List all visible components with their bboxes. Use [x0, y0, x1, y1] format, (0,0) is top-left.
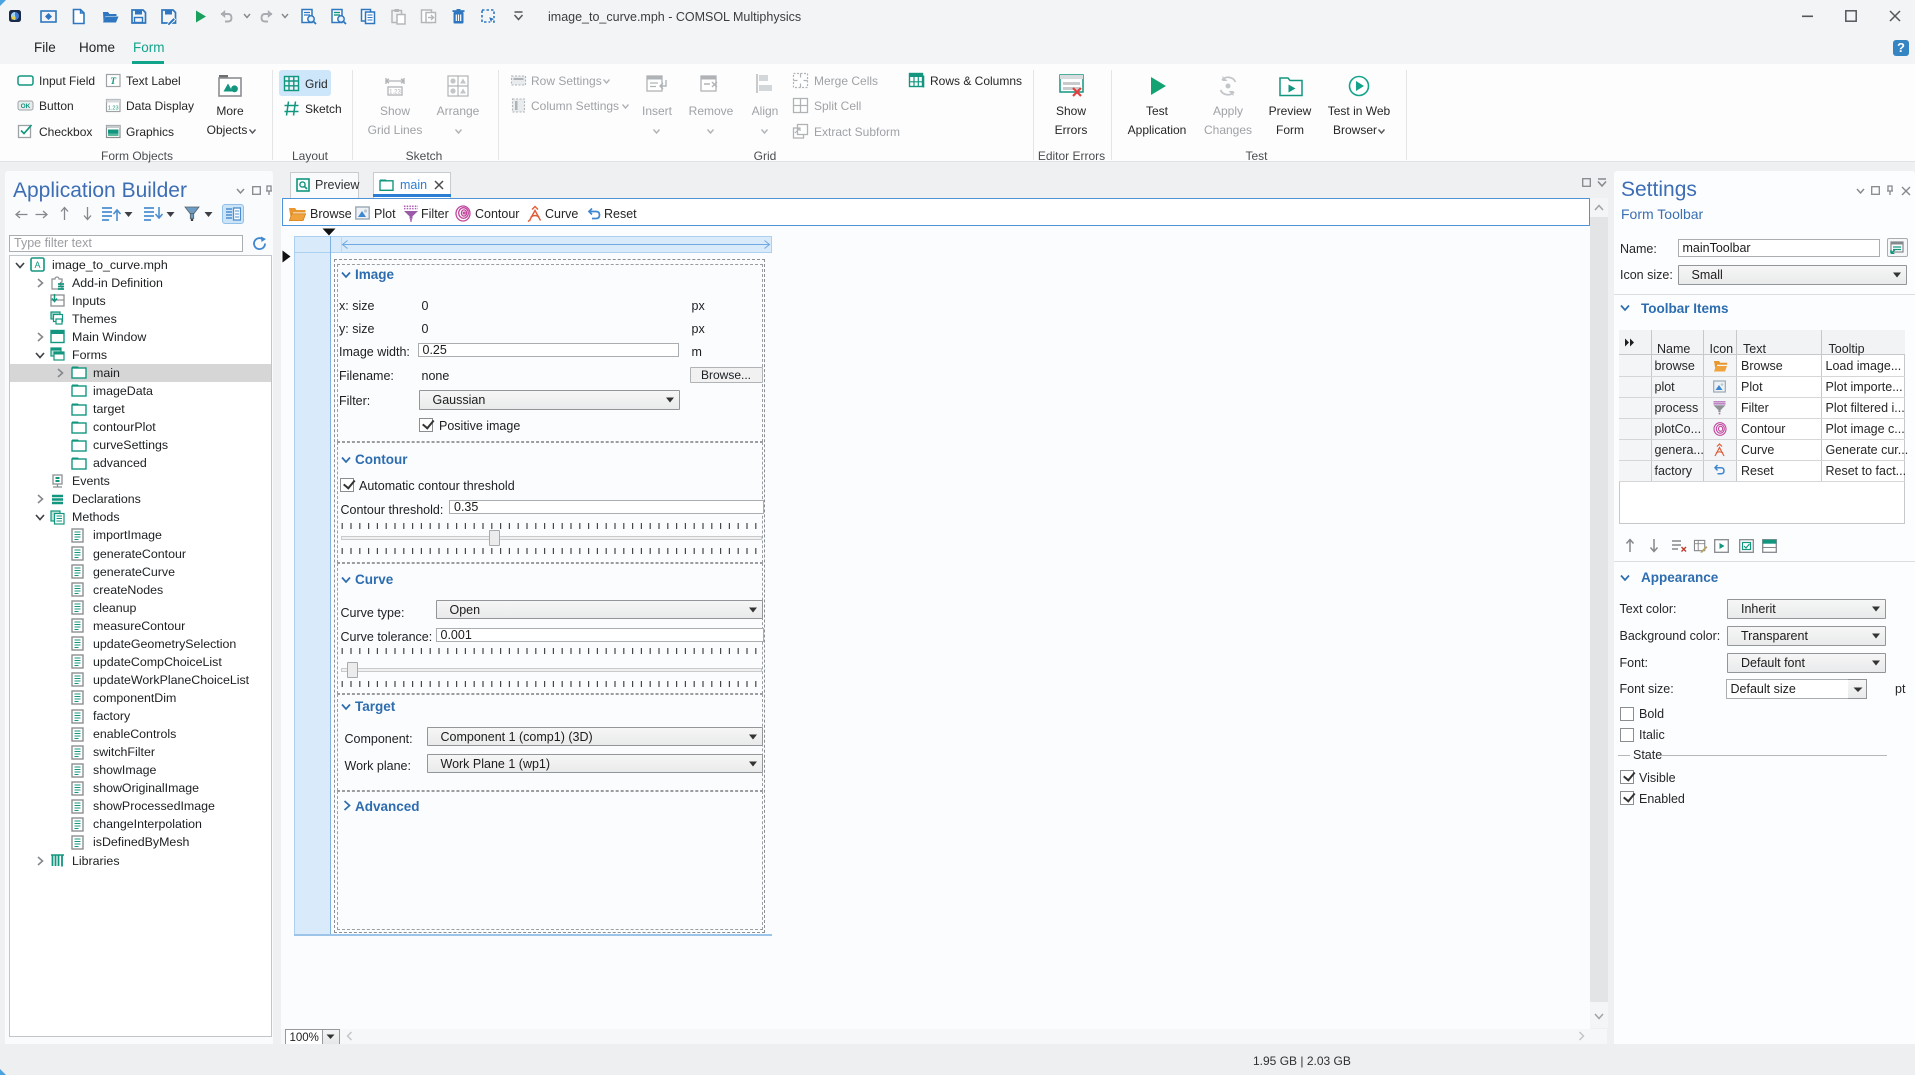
- svg-text:1.23: 1.23: [389, 90, 401, 96]
- svg-text:1.23: 1.23: [108, 106, 119, 112]
- svg-text:OK: OK: [21, 103, 31, 110]
- svg-text:A: A: [34, 260, 40, 270]
